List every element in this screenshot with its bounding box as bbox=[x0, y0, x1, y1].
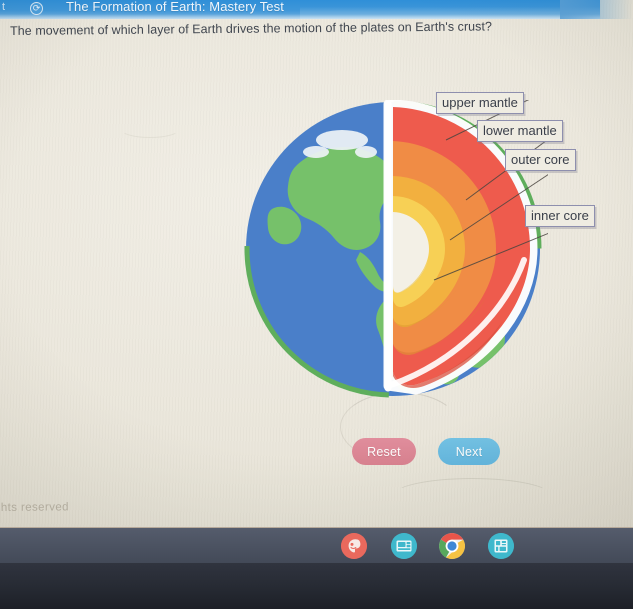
header-edge-fade bbox=[560, 0, 633, 19]
taskbar bbox=[0, 527, 633, 566]
apps-grid-icon[interactable] bbox=[488, 533, 514, 559]
copyright-text: ghts reserved bbox=[0, 501, 69, 514]
reset-button[interactable]: Reset bbox=[352, 438, 416, 465]
next-button[interactable]: Next bbox=[438, 438, 500, 465]
media-window-icon[interactable] bbox=[391, 533, 417, 559]
label-outer-core[interactable]: outer core bbox=[505, 149, 576, 171]
brain-head-icon[interactable] bbox=[341, 533, 367, 559]
pencil-mark bbox=[392, 478, 552, 514]
header-glare bbox=[300, 0, 600, 19]
refresh-icon[interactable]: ⟳ bbox=[30, 2, 43, 15]
screen: t ⟳ The Formation of Earth: Mastery Test… bbox=[0, 0, 633, 609]
header-left-glyph: t bbox=[2, 1, 6, 13]
app-header-bar: t ⟳ The Formation of Earth: Mastery Test bbox=[0, 0, 600, 19]
earth-cutaway-diagram[interactable] bbox=[238, 100, 548, 400]
label-upper-mantle[interactable]: upper mantle bbox=[436, 92, 524, 114]
label-lower-mantle[interactable]: lower mantle bbox=[477, 120, 563, 142]
label-inner-core[interactable]: inner core bbox=[525, 205, 595, 227]
pencil-mark bbox=[120, 120, 180, 138]
chrome-icon[interactable] bbox=[439, 533, 465, 559]
page-title: The Formation of Earth: Mastery Test bbox=[66, 0, 284, 14]
screen-bezel bbox=[0, 563, 633, 609]
